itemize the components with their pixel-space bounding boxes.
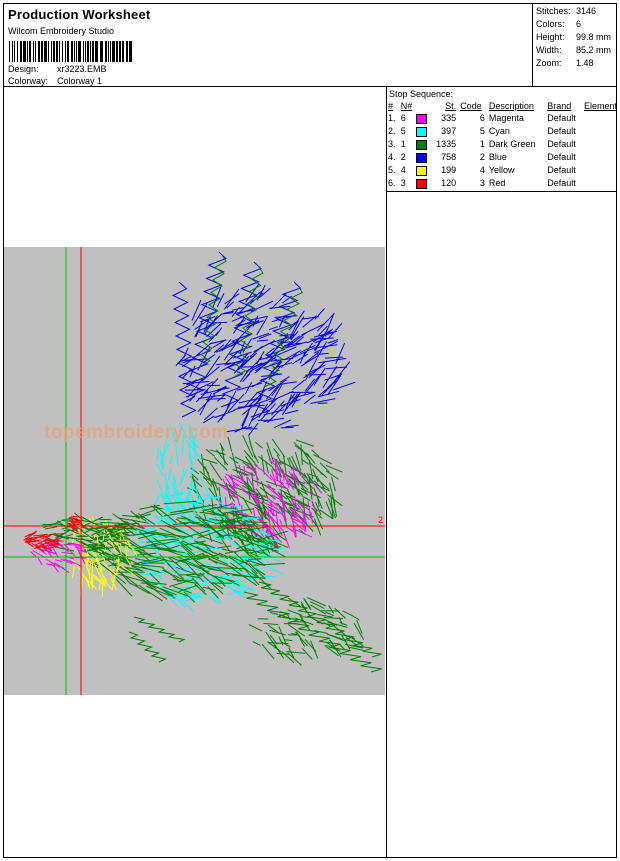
row-index: 2.	[388, 126, 396, 136]
design-preview: 2	[4, 247, 385, 695]
col-needle: N#	[400, 101, 413, 111]
row-description: Blue	[488, 152, 507, 162]
table-row: 3. 1 1335 1 Dark Green Default	[387, 138, 617, 151]
row-brand: Default	[547, 152, 576, 162]
row-needle: 4	[400, 165, 406, 175]
row-needle: 5	[400, 126, 406, 136]
table-row: 6. 3 120 3 Red Default	[387, 177, 617, 190]
color-swatch-icon	[415, 139, 427, 150]
stop-sequence-table: # N# St. Code Description Brand Element …	[387, 100, 617, 190]
embroidery-preview-canvas: 2	[4, 247, 385, 695]
row-needle: 3	[400, 178, 406, 188]
col-brand: Brand	[547, 101, 572, 111]
col-element: Element	[583, 101, 617, 111]
color-swatch-icon	[415, 126, 427, 137]
stat-colors: Colors: 6	[536, 19, 582, 29]
color-swatch-icon	[415, 113, 427, 124]
row-stitches: 1335	[436, 139, 457, 149]
row-index: 3.	[388, 139, 396, 149]
software-name: Wilcom Embroidery Studio	[8, 26, 115, 36]
stat-height: Height: 99.8 mm	[536, 32, 612, 42]
table-row: 4. 2 758 2 Blue Default	[387, 151, 617, 164]
col-stitches: St.	[445, 101, 457, 111]
row-stitches: 120	[441, 178, 457, 188]
row-element	[583, 177, 617, 190]
row-code: 3	[479, 178, 485, 188]
row-description: Dark Green	[488, 139, 536, 149]
stop-sequence-panel: Stop Sequence: # N# St. Code Description…	[387, 87, 617, 192]
row-code: 4	[479, 165, 485, 175]
row-brand: Default	[547, 165, 576, 175]
stop-sequence-title: Stop Sequence:	[389, 89, 454, 99]
table-row: 5. 4 199 4 Yellow Default	[387, 164, 617, 177]
row-element	[583, 138, 617, 151]
row-stitches: 397	[441, 126, 457, 136]
header-panel: Production Worksheet Wilcom Embroidery S…	[4, 4, 533, 86]
colorway-label: Colorway:	[8, 76, 49, 86]
color-swatch	[415, 112, 430, 125]
table-row: 1. 6 335 6 Magenta Default	[387, 112, 617, 125]
row-element	[583, 164, 617, 177]
design-value: xr3223.EMB	[57, 64, 107, 74]
color-swatch	[415, 177, 430, 190]
row-element	[583, 125, 617, 138]
watermark-text: topembroidery.com	[44, 422, 229, 443]
row-description: Red	[488, 178, 506, 188]
row-code: 1	[479, 139, 485, 149]
row-index: 5.	[388, 165, 396, 175]
col-description: Description	[488, 101, 534, 111]
color-swatch	[415, 138, 430, 151]
row-code: 2	[479, 152, 485, 162]
row-description: Magenta	[488, 113, 524, 123]
color-swatch	[415, 125, 430, 138]
stat-stitches: Stitches: 3146	[536, 6, 597, 16]
row-brand: Default	[547, 139, 576, 149]
row-needle: 6	[400, 113, 406, 123]
guide-marker-label: 2	[378, 515, 383, 525]
color-swatch	[415, 164, 430, 177]
row-element	[583, 112, 617, 125]
row-element	[583, 151, 617, 164]
design-stats: Stitches: 3146 Colors: 6 Height: 99.8 mm Wi…	[534, 4, 617, 86]
page-title: Production Worksheet	[8, 7, 151, 22]
row-index: 4.	[388, 152, 396, 162]
row-index: 6.	[388, 178, 396, 188]
row-brand: Default	[547, 113, 576, 123]
col-code: Code	[460, 101, 482, 111]
row-brand: Default	[547, 178, 576, 188]
color-swatch-icon	[415, 178, 427, 189]
colorway-value: Colorway 1	[57, 76, 103, 86]
row-stitches: 335	[441, 113, 457, 123]
row-stitches: 199	[441, 165, 457, 175]
barcode-icon	[9, 41, 132, 62]
row-code: 6	[479, 113, 485, 123]
row-description: Yellow	[488, 165, 515, 175]
table-header-row: # N# St. Code Description Brand Element	[387, 100, 617, 112]
row-needle: 2	[400, 152, 406, 162]
design-label: Design:	[8, 64, 39, 74]
stat-width: Width: 85.2 mm	[536, 45, 612, 55]
table-row: 2. 5 397 5 Cyan Default	[387, 125, 617, 138]
stat-zoom: Zoom: 1.48	[536, 58, 594, 68]
color-swatch-icon	[415, 165, 427, 176]
col-index: #	[388, 101, 394, 111]
column-divider	[386, 87, 387, 858]
row-brand: Default	[547, 126, 576, 136]
row-description: Cyan	[488, 126, 510, 136]
row-needle: 1	[400, 139, 406, 149]
row-index: 1.	[388, 113, 396, 123]
color-swatch	[415, 151, 430, 164]
color-swatch-icon	[415, 152, 427, 163]
row-stitches: 758	[441, 152, 457, 162]
row-code: 5	[479, 126, 485, 136]
